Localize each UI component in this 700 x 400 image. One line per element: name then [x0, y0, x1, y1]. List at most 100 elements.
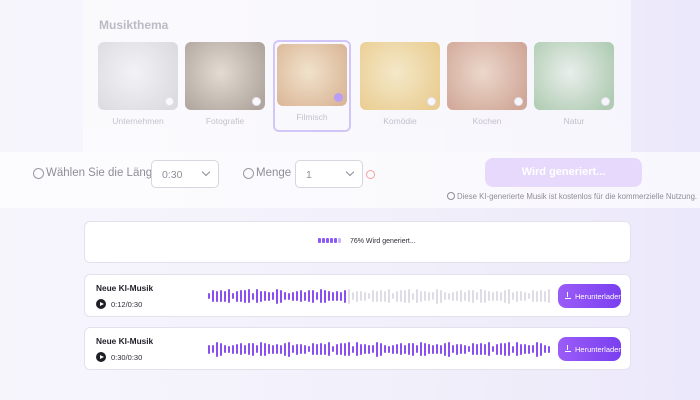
radio-icon[interactable] [165, 97, 174, 106]
waveform-bar [228, 345, 230, 353]
track-time: 0:12/0:30 [111, 300, 143, 309]
amount-label: Menge [256, 167, 292, 179]
waveform-bar [424, 342, 426, 356]
progress-segment [318, 238, 321, 243]
waveform-bar [488, 342, 490, 356]
generation-progress-card: 76% Wird generiert... [84, 221, 631, 263]
waveform-bar [332, 291, 334, 301]
waveform-bar [468, 346, 470, 352]
length-select-value: 0:30 [162, 169, 183, 181]
waveform-bar [448, 292, 450, 300]
waveform-bar [412, 342, 414, 356]
waveform-bar [464, 344, 466, 354]
download-icon [565, 345, 571, 353]
waveform-bar [448, 341, 450, 357]
waveform-bar [484, 343, 486, 355]
theme-thumbnail [360, 42, 440, 110]
waveform-bar [456, 291, 458, 301]
play-button[interactable] [96, 352, 106, 362]
track-title: Neue KI-Musik [96, 283, 154, 293]
waveform-bar [452, 345, 454, 353]
waveform-bar [376, 341, 378, 357]
waveform-bar [268, 344, 270, 354]
theme-card[interactable]: Komödie [360, 42, 440, 132]
waveform-bar [296, 343, 298, 355]
waveform-bar [304, 291, 306, 301]
waveform-bar [376, 290, 378, 302]
info-icon[interactable] [366, 170, 375, 179]
amount-select[interactable]: 1 [295, 160, 363, 188]
waveform-bar [548, 289, 550, 303]
waveform-bar [328, 342, 330, 356]
waveform-bar [304, 344, 306, 354]
theme-label: Fotografie [205, 116, 245, 126]
waveform-bar [508, 342, 510, 356]
download-button[interactable]: Herunterladen [558, 337, 623, 361]
waveform-bar [492, 291, 494, 301]
waveform-bar [392, 344, 394, 354]
waveform-bar [288, 341, 290, 357]
waveform-bar [316, 292, 318, 300]
waveform-bar [272, 292, 274, 300]
theme-card[interactable]: Natur [534, 42, 614, 132]
waveform-bar [476, 292, 478, 300]
waveform-bar [292, 291, 294, 301]
progress-segment [322, 238, 325, 243]
radio-icon[interactable] [514, 97, 523, 106]
waveform-bar [248, 343, 250, 355]
waveform-bar [440, 289, 442, 303]
license-note: Diese KI-generierte Musik ist kostenlos … [447, 192, 697, 201]
waveform-bar [228, 289, 230, 303]
waveform-bar [408, 343, 410, 355]
theme-card[interactable]: Filmisch [273, 40, 351, 132]
theme-card[interactable]: Fotografie [185, 42, 265, 132]
waveform[interactable] [208, 283, 550, 309]
waveform-bar [348, 288, 350, 304]
waveform-bar [276, 344, 278, 354]
waveform-bar [380, 290, 382, 302]
waveform-bar [300, 344, 302, 354]
length-select[interactable]: 0:30 [151, 160, 219, 188]
music-theme-panel: Musikthema Unternehmen Fotografie Filmisch… [83, 0, 631, 152]
waveform-bar [280, 344, 282, 354]
radio-icon[interactable] [252, 97, 261, 106]
waveform-bar [356, 342, 358, 356]
chevron-down-icon [345, 167, 355, 177]
waveform-bar [360, 291, 362, 301]
waveform-bar [324, 343, 326, 355]
waveform-bar [528, 344, 530, 354]
play-button[interactable] [96, 299, 106, 309]
progress-segment [330, 238, 333, 243]
waveform-bar [380, 342, 382, 356]
theme-card[interactable]: Unternehmen [98, 42, 178, 132]
waveform-bar [536, 290, 538, 302]
waveform-bar [312, 289, 314, 303]
waveform-bar [260, 342, 262, 356]
waveform-bar [324, 289, 326, 303]
waveform[interactable] [208, 336, 550, 362]
amount-icon [243, 168, 254, 179]
waveform-bar [240, 290, 242, 302]
waveform-bar [500, 291, 502, 301]
theme-card[interactable]: Kochen [447, 42, 527, 132]
waveform-bar [520, 343, 522, 355]
download-button[interactable]: Herunterladen [558, 284, 623, 308]
waveform-bar [268, 291, 270, 301]
waveform-bar [332, 346, 334, 352]
waveform-bar [528, 293, 530, 299]
generate-button[interactable]: Wird generiert... [485, 158, 642, 187]
waveform-bar [308, 346, 310, 352]
waveform-bar [344, 289, 346, 303]
waveform-bar [516, 290, 518, 302]
waveform-bar [428, 344, 430, 354]
waveform-bar [384, 345, 386, 353]
waveform-bar [536, 341, 538, 357]
radio-icon[interactable] [601, 97, 610, 106]
waveform-bar [480, 289, 482, 303]
radio-checked-icon[interactable] [334, 93, 343, 102]
waveform-bar [512, 345, 514, 353]
waveform-bar [396, 290, 398, 302]
chevron-down-icon [201, 167, 211, 177]
waveform-bar [320, 289, 322, 303]
radio-icon[interactable] [427, 97, 436, 106]
